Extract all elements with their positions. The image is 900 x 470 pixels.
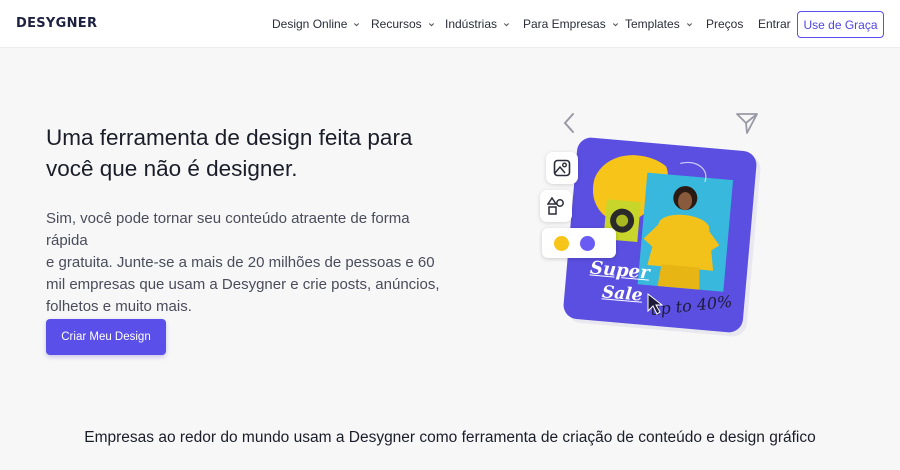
- hero-illustration: Super Sale up to 40%: [530, 104, 770, 344]
- nav-recursos[interactable]: Recursos: [371, 17, 435, 31]
- hero-description: Sim, você pode tornar seu conteúdo atrae…: [46, 208, 441, 318]
- chevron-down-icon: [686, 22, 692, 26]
- shapes-tool-tile[interactable]: [540, 190, 572, 222]
- nav-industrias[interactable]: Indústrias: [445, 17, 510, 31]
- tagline: Empresas ao redor do mundo usam a Desygn…: [84, 429, 816, 446]
- send-icon: [736, 113, 758, 134]
- chevron-down-icon: [612, 22, 618, 26]
- nav-design-online[interactable]: Design Online: [272, 17, 360, 31]
- main-nav: Design Online Recursos Indústrias Para E…: [0, 17, 900, 33]
- hero-description-line: Sim, você pode tornar seu conteúdo atrae…: [46, 210, 410, 249]
- color-swatch-purple[interactable]: [580, 236, 595, 251]
- sale-text: Sale: [601, 282, 644, 306]
- nav-label: Entrar: [758, 17, 791, 31]
- nav-label: Para Empresas: [523, 17, 606, 31]
- color-picker-pill[interactable]: [542, 228, 616, 258]
- criar-meu-design-button[interactable]: Criar Meu Design: [46, 319, 166, 355]
- nav-label: Templates: [625, 17, 680, 31]
- chevron-down-icon: [503, 22, 510, 26]
- nav-templates[interactable]: Templates: [625, 17, 693, 31]
- image-tool-tile[interactable]: [546, 152, 578, 184]
- nav-label: Preços: [706, 17, 744, 31]
- nav-para-empresas[interactable]: Para Empresas: [523, 17, 619, 31]
- hero-description-line: e gratuita. Junte-se a mais de 20 milhõe…: [46, 254, 435, 271]
- color-swatch-yellow[interactable]: [554, 236, 569, 251]
- hero-description-line: folhetos e muito mais.: [46, 298, 192, 315]
- chevron-down-icon: [354, 22, 360, 26]
- use-de-graca-button[interactable]: Use de Graça: [797, 11, 884, 38]
- nav-entrar[interactable]: Entrar: [758, 17, 791, 31]
- nav-label: Indústrias: [445, 17, 498, 31]
- hero-title: Uma ferramenta de design feita para você…: [46, 122, 466, 184]
- hero-description-line: mil empresas que usam a Desygner e crie …: [46, 276, 440, 293]
- shapes-icon: [547, 196, 564, 215]
- chevron-left-icon: [563, 113, 574, 133]
- image-icon: [553, 159, 571, 177]
- top-navigation-bar: DESYGNER Design Online Recursos Indústri…: [0, 0, 900, 48]
- hero-title-line: Uma ferramenta de design feita para: [46, 125, 413, 150]
- nav-precos[interactable]: Preços: [706, 17, 743, 31]
- nav-label: Recursos: [371, 17, 422, 31]
- nav-label: Design Online: [272, 17, 348, 31]
- chevron-down-icon: [428, 22, 434, 26]
- hero-title-line: você que não é designer.: [46, 156, 298, 181]
- cursor-icon: [647, 292, 664, 315]
